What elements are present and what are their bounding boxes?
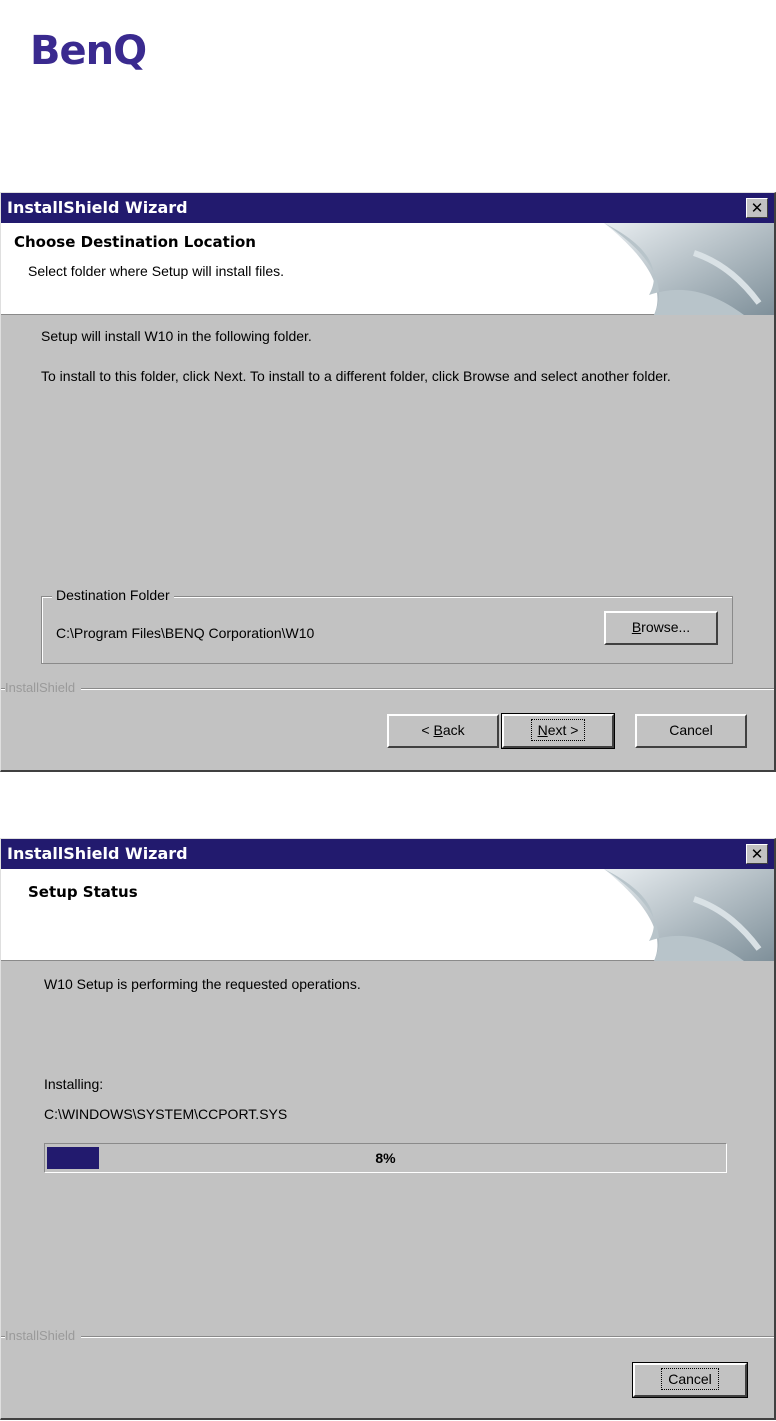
window-title: InstallShield Wizard <box>7 844 188 863</box>
browse-label: rowse... <box>641 619 691 635</box>
window-title: InstallShield Wizard <box>7 198 188 217</box>
next-label: ext > <box>547 722 579 738</box>
installshield-divider <box>1 1336 774 1338</box>
header-subtitle: Select folder where Setup will install f… <box>28 263 285 279</box>
page-curl-icon <box>604 869 774 961</box>
back-button[interactable]: < Back <box>387 714 499 748</box>
cancel-button[interactable]: Cancel <box>632 1362 748 1398</box>
installing-file: C:\WINDOWS\SYSTEM\CCPORT.SYS <box>44 1106 288 1122</box>
next-accel: N <box>537 722 548 738</box>
browse-button[interactable]: Browse... <box>604 611 718 645</box>
setup-status-dialog: InstallShield Wizard ✕ Setup Status W10 … <box>0 838 776 1420</box>
wizard-header: Setup Status <box>1 869 774 961</box>
next-focus: Next > <box>530 719 586 741</box>
install-instructions-text: To install to this folder, click Next. T… <box>41 368 671 384</box>
cancel-button[interactable]: Cancel <box>635 714 747 748</box>
status-text: W10 Setup is performing the requested op… <box>44 976 361 992</box>
installshield-label: InstallShield <box>5 1328 82 1343</box>
cancel-focus: Cancel <box>661 1368 719 1390</box>
close-icon: ✕ <box>750 199 764 217</box>
browse-accel: B <box>631 619 642 635</box>
next-button[interactable]: Next > <box>501 713 615 749</box>
destination-folder-group: Destination Folder C:\Program Files\BENQ… <box>41 587 733 664</box>
progress-bar: 8% <box>44 1143 727 1173</box>
title-bar[interactable]: InstallShield Wizard ✕ <box>1 193 774 223</box>
header-title: Choose Destination Location <box>14 233 256 251</box>
progress-percent: 8% <box>375 1150 396 1166</box>
title-bar[interactable]: InstallShield Wizard ✕ <box>1 839 774 869</box>
header-title: Setup Status <box>28 883 138 901</box>
close-button[interactable]: ✕ <box>746 198 768 218</box>
close-button[interactable]: ✕ <box>746 844 768 864</box>
close-icon: ✕ <box>750 845 764 863</box>
back-accel: B <box>433 722 443 738</box>
page-curl-icon <box>604 223 774 315</box>
benq-logo: BenQ <box>30 28 147 74</box>
back-prefix: < <box>421 722 434 738</box>
installshield-divider <box>1 688 774 690</box>
destination-folder-label: Destination Folder <box>52 587 174 603</box>
cancel-label: Cancel <box>669 722 713 738</box>
cancel-label: Cancel <box>668 1371 712 1387</box>
install-folder-text: Setup will install W10 in the following … <box>41 328 312 344</box>
destination-path: C:\Program Files\BENQ Corporation\W10 <box>56 625 315 641</box>
wizard-header: Choose Destination Location Select folde… <box>1 223 774 315</box>
back-label: ack <box>442 722 465 738</box>
installshield-label: InstallShield <box>5 680 82 695</box>
installing-label: Installing: <box>44 1076 104 1092</box>
destination-dialog: InstallShield Wizard ✕ Choose Destinatio… <box>0 192 776 772</box>
